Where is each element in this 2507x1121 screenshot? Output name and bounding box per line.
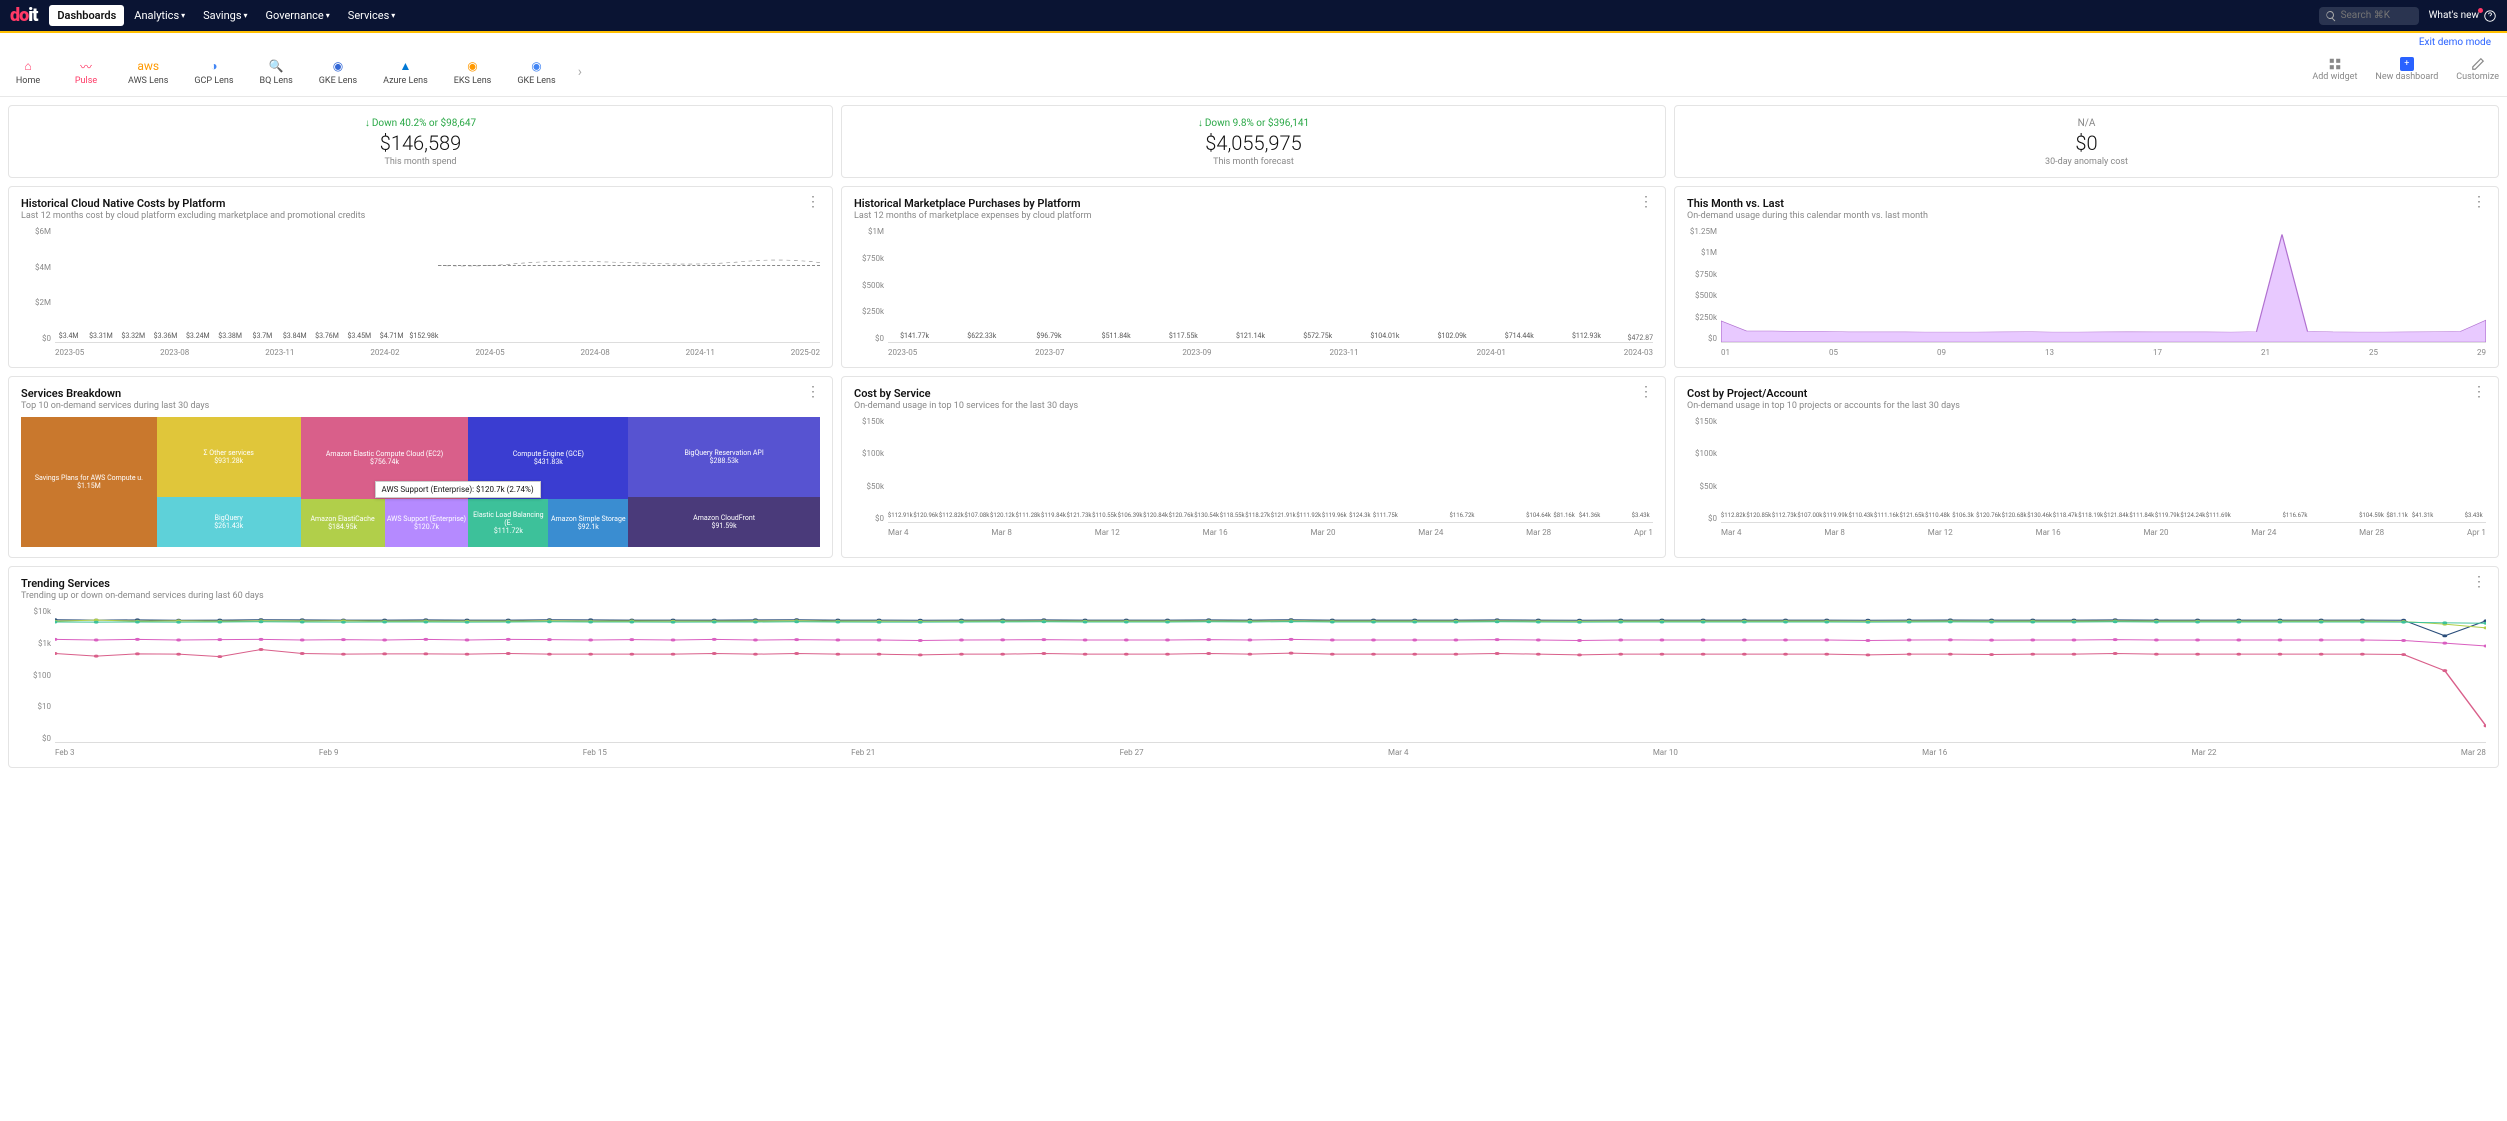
nav-analytics[interactable]: Analytics ▾	[126, 5, 193, 26]
treemap-cell[interactable]: Elastic Load Balancing (E.$111.72k	[468, 499, 548, 547]
widget-cost-by-project: Cost by Project/Account On-demand usage …	[1674, 376, 2499, 558]
nav-governance[interactable]: Governance ▾	[258, 5, 338, 26]
gke2-icon: ◉	[529, 58, 545, 74]
top-bar: doit DashboardsAnalytics ▾Savings ▾Gover…	[0, 0, 2507, 33]
widget-this-vs-last: This Month vs. Last On-demand usage duri…	[1674, 186, 2499, 368]
widget-menu-button[interactable]: ⋮	[2472, 577, 2486, 587]
treemap-cell[interactable]: Amazon CloudFront$91.59k	[628, 497, 820, 547]
widget-subtitle: On-demand usage in top 10 services for t…	[854, 401, 1078, 411]
kpi-label: 30-day anomaly cost	[1687, 157, 2486, 167]
chevron-down-icon: ▾	[391, 11, 395, 20]
lens-tab-azure-lens[interactable]: ▲Azure Lens	[379, 56, 432, 88]
lens-tabs: ⌂Home 〰Pulse awsAWS Lens ◑GCP Lens 🔍BQ Lens ◉…	[0, 52, 2507, 97]
home-icon: ⌂	[20, 58, 36, 74]
gke-icon: ◉	[330, 58, 346, 74]
lens-tab-pulse[interactable]: 〰Pulse	[66, 56, 106, 88]
widget-title: Trending Services	[21, 577, 264, 590]
add-widget-icon	[2327, 56, 2343, 72]
widget-services-breakdown: Services Breakdown Top 10 on-demand serv…	[8, 376, 833, 558]
chevron-down-icon: ▾	[181, 11, 185, 20]
exit-demo-link[interactable]: Exit demo mode	[0, 33, 2507, 52]
gcp-icon: ◑	[206, 58, 222, 74]
kpi-card: ↓Down 40.2% or $98,647 $146,589 This month…	[8, 105, 833, 178]
treemap-cell[interactable]: Amazon Simple Storage$92.1k	[548, 499, 628, 547]
widget-historical-native: Historical Cloud Native Costs by Platfor…	[8, 186, 833, 368]
bq-icon: 🔍	[268, 58, 284, 74]
kpi-trend: ↓Down 9.8% or $396,141	[1198, 118, 1309, 129]
kpi-card: ↓Down 9.8% or $396,141 $4,055,975 This mon…	[841, 105, 1666, 178]
nav-dashboards[interactable]: Dashboards	[49, 5, 124, 26]
treemap[interactable]: Savings Plans for AWS Compute u.$1.15MΣ …	[21, 417, 820, 547]
widget-subtitle: Last 12 months cost by cloud platform ex…	[21, 211, 365, 221]
widget-title: Cost by Service	[854, 387, 1078, 400]
treemap-cell[interactable]: BigQuery Reservation API$288.53k	[628, 417, 820, 497]
logo: doit	[10, 5, 37, 26]
treemap-cell[interactable]: Amazon ElastiCache$184.95k	[301, 499, 385, 547]
help-icon	[2483, 9, 2497, 23]
kpi-trend: ↓Down 40.2% or $98,647	[365, 118, 476, 129]
treemap-cell[interactable]: Σ Other services$931.28k	[157, 417, 301, 497]
lens-tab-aws-lens[interactable]: awsAWS Lens	[124, 56, 172, 88]
widget-cost-by-service: Cost by Service On-demand usage in top 1…	[841, 376, 1666, 558]
widget-menu-button[interactable]: ⋮	[806, 197, 820, 207]
aws-icon: aws	[140, 58, 156, 74]
kpi-value: $0	[1687, 131, 2486, 155]
whats-new-link[interactable]: What's new	[2429, 9, 2497, 23]
kpi-card: N/A $0 30-day anomaly cost	[1674, 105, 2499, 178]
widget-menu-button[interactable]: ⋮	[806, 387, 820, 397]
widget-menu-button[interactable]: ⋮	[2472, 387, 2486, 397]
lens-tab-gke-lens[interactable]: ◉GKE Lens	[513, 56, 559, 88]
plus-icon: +	[2399, 56, 2415, 72]
pencil-icon	[2470, 56, 2486, 72]
tooltip: AWS Support (Enterprise): $120.7k (2.74%…	[375, 481, 541, 498]
kpi-trend: N/A	[2078, 118, 2096, 129]
widget-subtitle: Trending up or down on-demand services d…	[21, 591, 264, 601]
main-nav: DashboardsAnalytics ▾Savings ▾Governance…	[49, 5, 403, 26]
lens-scroll-right[interactable]: ›	[578, 64, 582, 80]
widget-subtitle: On-demand usage during this calendar mon…	[1687, 211, 1928, 221]
lens-tab-eks-lens[interactable]: ◉EKS Lens	[450, 56, 496, 88]
lens-tab-home[interactable]: ⌂Home	[8, 56, 48, 88]
widget-menu-button[interactable]: ⋮	[1639, 387, 1653, 397]
widget-title: Cost by Project/Account	[1687, 387, 1960, 400]
notification-dot-icon	[2478, 8, 2483, 13]
nav-services[interactable]: Services ▾	[340, 5, 403, 26]
widget-title: Historical Marketplace Purchases by Plat…	[854, 197, 1091, 210]
kpi-value: $4,055,975	[854, 131, 1653, 155]
widget-menu-button[interactable]: ⋮	[1639, 197, 1653, 207]
eks-icon: ◉	[465, 58, 481, 74]
kpi-value: $146,589	[21, 131, 820, 155]
chevron-down-icon: ▾	[326, 11, 330, 20]
widget-title: Services Breakdown	[21, 387, 209, 400]
lens-tab-gcp-lens[interactable]: ◑GCP Lens	[190, 56, 237, 88]
treemap-cell[interactable]: Savings Plans for AWS Compute u.$1.15M	[21, 417, 157, 547]
search-icon	[2325, 10, 2337, 22]
widget-menu-button[interactable]: ⋮	[2472, 197, 2486, 207]
widget-historical-marketplace: Historical Marketplace Purchases by Plat…	[841, 186, 1666, 368]
widget-subtitle: On-demand usage in top 10 projects or ac…	[1687, 401, 1960, 411]
customize-button[interactable]: Customize	[2456, 56, 2499, 82]
treemap-cell[interactable]: BigQuery$261.43k	[157, 497, 301, 547]
widget-subtitle: Last 12 months of marketplace expenses b…	[854, 211, 1091, 221]
search-input[interactable]	[2319, 7, 2419, 25]
widget-title: Historical Cloud Native Costs by Platfor…	[21, 197, 365, 210]
azure-icon: ▲	[397, 58, 413, 74]
widget-subtitle: Top 10 on-demand services during last 30…	[21, 401, 209, 411]
kpi-label: This month spend	[21, 157, 820, 167]
kpi-label: This month forecast	[854, 157, 1653, 167]
treemap-cell[interactable]: AWS Support (Enterprise)$120.7kAWS Suppo…	[385, 499, 469, 547]
lens-tab-gke-lens[interactable]: ◉GKE Lens	[315, 56, 361, 88]
nav-savings[interactable]: Savings ▾	[195, 5, 255, 26]
search-field[interactable]	[2341, 10, 2401, 21]
chevron-down-icon: ▾	[244, 11, 248, 20]
pulse-icon: 〰	[78, 58, 94, 74]
widget-title: This Month vs. Last	[1687, 197, 1928, 210]
lens-tab-bq-lens[interactable]: 🔍BQ Lens	[256, 56, 297, 88]
new-dashboard-button[interactable]: + New dashboard	[2375, 56, 2438, 82]
add-widget-button[interactable]: Add widget	[2312, 56, 2357, 82]
widget-trending-services: Trending Services Trending up or down on…	[8, 566, 2499, 768]
